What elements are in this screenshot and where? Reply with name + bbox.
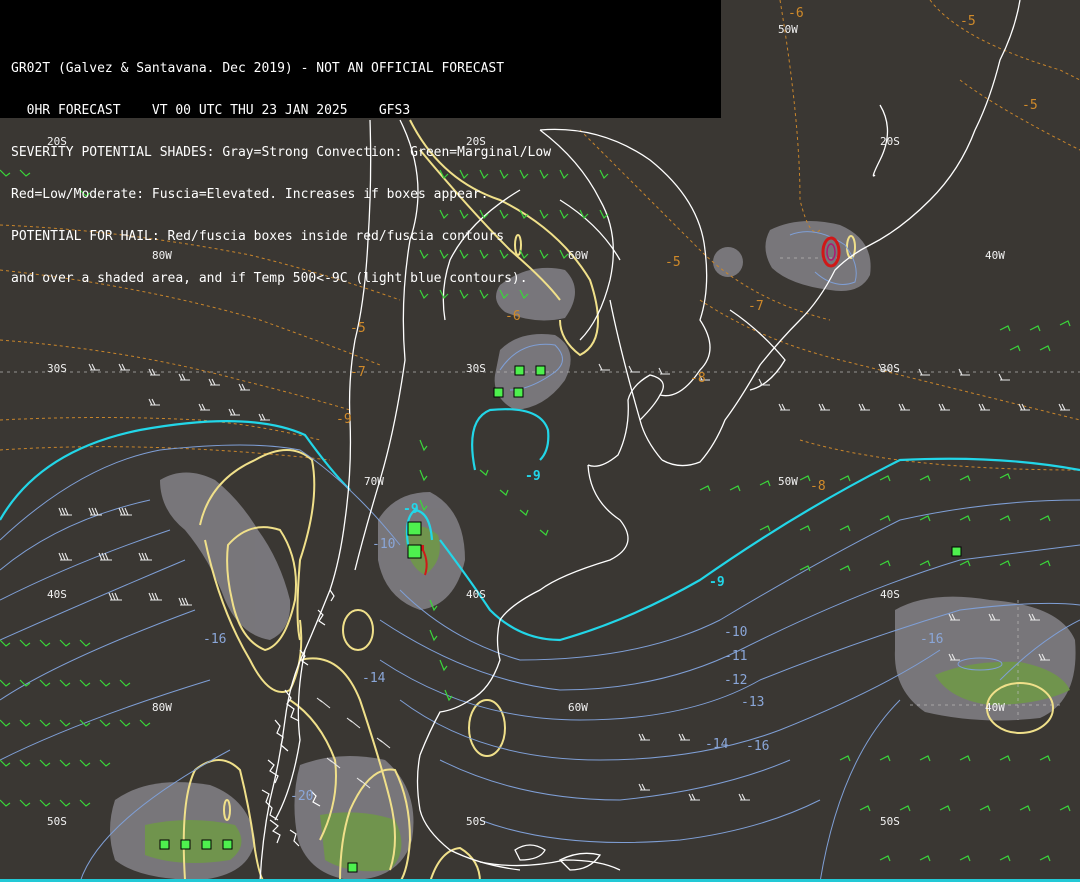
forecast-header: GR02T (Galvez & Santavana. Dec 2019) - N… [0, 0, 721, 286]
contour-label: -6 [505, 309, 521, 324]
lon-label: 40W [985, 701, 1005, 714]
contour-label: -9 [709, 575, 725, 590]
contour-label: -10 [724, 625, 747, 640]
header-title: GR02T (Galvez & Santavana. Dec 2019) - N… [11, 61, 505, 76]
lat-label: 50S [880, 815, 900, 828]
lon-label: 40W [985, 249, 1005, 262]
contour-label: -14 [705, 737, 729, 752]
contour-label: -20 [290, 789, 313, 804]
lon-label: 80W [152, 701, 172, 714]
contour-label: -9 [403, 502, 419, 517]
header-legend-line: Red=Low/Moderate: Fuscia=Elevated. Incre… [11, 187, 489, 202]
lat-label: 40S [466, 588, 486, 601]
header-hail-line: and over a shaded area, and if Temp 500<… [11, 271, 528, 286]
forecast-map: 20S 20S 20S 30S 30S 30S 40S 40S 40S 50S … [0, 0, 1080, 882]
header-legend-line: SEVERITY POTENTIAL SHADES: Gray=Strong C… [11, 145, 552, 160]
lon-label: 50W [778, 475, 798, 488]
contour-label: -16 [920, 632, 943, 647]
lon-label: 50W [778, 23, 798, 36]
lat-label: 30S [880, 362, 900, 375]
lat-label: 40S [47, 588, 67, 601]
contour-label: -7 [748, 299, 764, 314]
contour-label: -7 [350, 365, 366, 380]
contour-label: -11 [724, 649, 747, 664]
contour-label: -9 [336, 412, 352, 427]
contour-label: -12 [724, 673, 747, 688]
contour-label: -14 [362, 671, 386, 686]
contour-label: -16 [746, 739, 769, 754]
header-forecast-time: 0HR FORECAST VT 00 UTC THU 23 JAN 2025 G… [11, 103, 411, 118]
lon-label: 60W [568, 701, 588, 714]
lon-label: 70W [364, 475, 384, 488]
contour-label: -5 [1022, 98, 1038, 113]
lat-label: 50S [466, 815, 486, 828]
contour-label: -13 [741, 695, 764, 710]
contour-label: -9 [525, 469, 541, 484]
lat-label: 30S [47, 362, 67, 375]
header-hail-line: POTENTIAL FOR HAIL: Red/fuscia boxes ins… [11, 229, 505, 244]
contour-label: -5 [960, 14, 976, 29]
contour-label: -8 [690, 371, 706, 386]
lat-label: 20S [880, 135, 900, 148]
contour-label: -6 [788, 6, 804, 21]
contour-label: -5 [350, 321, 366, 336]
lat-label: 50S [47, 815, 67, 828]
lat-label: 40S [880, 588, 900, 601]
lat-label: 30S [466, 362, 486, 375]
contour-label: -10 [372, 537, 395, 552]
contour-label: -8 [810, 479, 826, 494]
contour-label: -16 [203, 632, 226, 647]
